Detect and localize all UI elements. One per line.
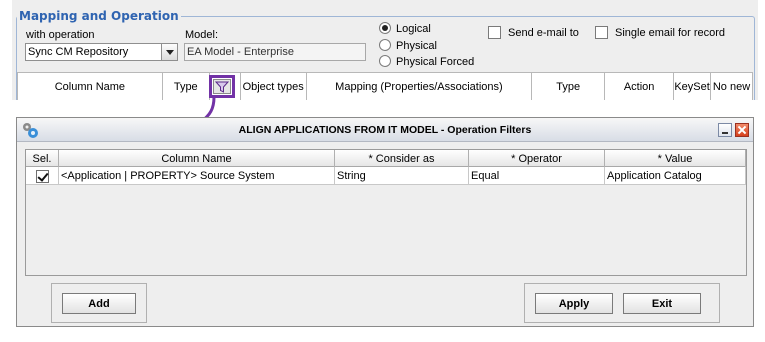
send-email-checkbox[interactable] [488, 26, 501, 39]
radio-physical-forced[interactable] [379, 55, 391, 67]
mapping-panel: Mapping and Operation with operation Syn… [12, 0, 758, 100]
col-keyset[interactable]: KeySet [674, 73, 712, 100]
single-email-checkbox[interactable] [595, 26, 608, 39]
row-select-checkbox[interactable] [35, 169, 49, 183]
add-button-group: Add [51, 283, 147, 323]
filter-icon [213, 79, 231, 94]
filters-table-header: Sel. Column Name * Consider as * Operato… [26, 150, 746, 167]
minimize-button[interactable] [718, 123, 732, 137]
exit-button[interactable]: Exit [623, 293, 701, 314]
row-operator[interactable]: Equal [469, 167, 605, 185]
col-no-new[interactable]: No new [711, 73, 753, 100]
col-object-types[interactable]: Object types [241, 73, 307, 100]
dialog-title: ALIGN APPLICATIONS FROM IT MODEL - Opera… [238, 124, 532, 136]
model-field-value: EA Model - Enterprise [187, 46, 294, 58]
row-select-cell [26, 167, 59, 185]
radio-physical-forced-label: Physical Forced [396, 56, 475, 68]
single-email-label: Single email for record [615, 27, 726, 39]
radio-physical-label: Physical [396, 40, 437, 52]
operation-select[interactable]: Sync CM Repository [25, 43, 178, 61]
col-type-2[interactable]: Type [532, 73, 606, 100]
apply-button[interactable]: Apply [535, 293, 613, 314]
model-label: Model: [185, 29, 219, 41]
chevron-down-icon[interactable] [161, 44, 177, 60]
row-column-name[interactable]: <Application | PROPERTY> Source System [59, 167, 335, 185]
col-mapping[interactable]: Mapping (Properties/Associations) [307, 73, 533, 100]
col-column-name[interactable]: Column Name [59, 150, 335, 167]
col-consider-as[interactable]: * Consider as [335, 150, 469, 167]
table-row[interactable]: <Application | PROPERTY> Source System S… [26, 167, 746, 185]
dialog-titlebar[interactable]: ALIGN APPLICATIONS FROM IT MODEL - Opera… [17, 118, 753, 142]
add-button[interactable]: Add [62, 293, 136, 314]
model-field[interactable]: EA Model - Enterprise [184, 43, 366, 61]
operation-label: with operation [26, 29, 95, 41]
col-action[interactable]: Action [605, 73, 675, 100]
send-email-label: Send e-mail to [508, 27, 579, 39]
action-button-group: Apply Exit [524, 283, 720, 323]
col-operator[interactable]: * Operator [469, 150, 605, 167]
row-value[interactable]: Application Catalog [605, 167, 746, 185]
mapping-grid-header: Column Name Type Object types Mapping (P… [17, 72, 753, 100]
radio-logical[interactable] [379, 22, 391, 34]
col-column-name[interactable]: Column Name [18, 73, 163, 100]
radio-physical[interactable] [379, 39, 391, 51]
filters-table: Sel. Column Name * Consider as * Operato… [25, 149, 747, 276]
mapping-title: Mapping and Operation [17, 9, 181, 23]
operation-filters-dialog: ALIGN APPLICATIONS FROM IT MODEL - Opera… [16, 117, 754, 327]
row-consider-as[interactable]: String [335, 167, 469, 185]
radio-logical-label: Logical [396, 23, 431, 35]
col-value[interactable]: * Value [605, 150, 746, 167]
operation-select-value: Sync CM Repository [28, 46, 129, 58]
col-sel[interactable]: Sel. [26, 150, 59, 167]
close-button[interactable] [735, 123, 749, 137]
